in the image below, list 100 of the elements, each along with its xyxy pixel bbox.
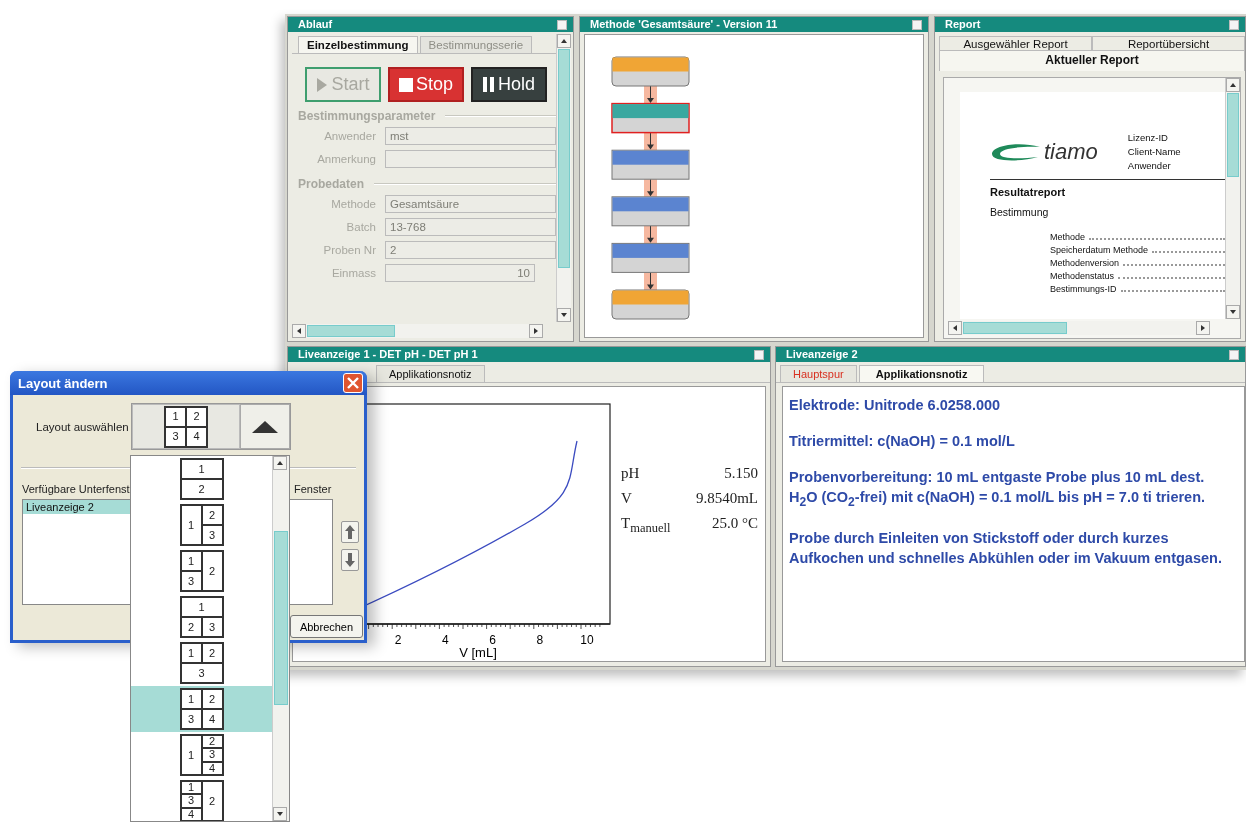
report-row-label: Speicherdatum Methode bbox=[1050, 245, 1149, 255]
tick-label: 4 bbox=[441, 633, 449, 647]
scrollbar-thumb[interactable] bbox=[307, 325, 396, 337]
step-node[interactable] bbox=[611, 149, 690, 180]
step-node[interactable] bbox=[611, 242, 690, 273]
panel-title: Liveanzeige 2 bbox=[786, 347, 858, 362]
layout-cell: 2 bbox=[180, 617, 202, 637]
scroll-down-button[interactable] bbox=[557, 308, 571, 322]
scroll-down-button[interactable] bbox=[1226, 305, 1240, 319]
scrollbar[interactable] bbox=[292, 324, 543, 338]
layout-cell: 1 bbox=[180, 689, 202, 709]
layout-cell: 4 bbox=[180, 807, 202, 821]
pause-icon bbox=[483, 77, 495, 92]
tab[interactable]: Hauptspur bbox=[780, 365, 857, 382]
report-row-label: Methode bbox=[1050, 232, 1086, 242]
stop-button[interactable]: Stop bbox=[388, 67, 464, 102]
close-icon bbox=[347, 377, 359, 389]
close-button[interactable] bbox=[343, 373, 363, 393]
layout-cell: 3 bbox=[180, 709, 202, 729]
scroll-left-button[interactable] bbox=[292, 324, 306, 338]
layout-cell: 2 bbox=[201, 781, 223, 821]
layout-cell: 2 bbox=[201, 689, 223, 709]
scroll-right-button[interactable] bbox=[1196, 321, 1210, 335]
arrow-up-icon bbox=[345, 525, 355, 539]
note-paragraph: Elektrode: Unitrode 6.0258.000 bbox=[789, 396, 1002, 415]
maximize-icon[interactable] bbox=[754, 349, 764, 360]
note-paragraph: Titriermittel: c(NaOH) = 0.1 mol/L bbox=[789, 432, 1016, 451]
field-label: Methode bbox=[330, 197, 376, 210]
scrollbar[interactable] bbox=[272, 456, 289, 821]
field-label: Proben Nr bbox=[322, 243, 376, 256]
move-down-button[interactable] bbox=[341, 549, 359, 571]
layout-cell: 3 bbox=[201, 525, 223, 545]
layout-cell: 4 bbox=[201, 761, 223, 775]
tab[interactable]: Reportübersicht bbox=[1092, 36, 1245, 50]
layout-cell: 3 bbox=[201, 617, 223, 637]
layout-cell: 1 bbox=[180, 597, 223, 617]
report-row-label: Methodenversion bbox=[1050, 258, 1120, 268]
layout-cell: 4 bbox=[186, 426, 207, 447]
layout-cell: 2 bbox=[201, 505, 223, 525]
panel-title: Liveanzeige 1 - DET pH - DET pH 1 bbox=[298, 347, 478, 362]
panel-title: Methode 'Gesamtsäure' - Version 11 bbox=[590, 17, 778, 32]
maximize-icon[interactable] bbox=[912, 19, 922, 30]
tab[interactable]: Ausgewähler Report bbox=[939, 36, 1092, 50]
layout-option[interactable]: 1 3 4 2 bbox=[131, 778, 272, 821]
scroll-left-button[interactable] bbox=[948, 321, 962, 335]
layout-option[interactable]: 1 2 3 4 bbox=[131, 732, 272, 778]
layout-cell: 2 bbox=[186, 406, 207, 427]
scroll-right-button[interactable] bbox=[529, 324, 543, 338]
list-label: Fenster bbox=[293, 483, 333, 497]
layout-cell: 4 bbox=[201, 709, 223, 729]
tab[interactable]: Applikationsnotiz bbox=[858, 365, 985, 382]
report-subheading: Bestimmung bbox=[990, 206, 1050, 218]
maximize-icon[interactable] bbox=[557, 19, 567, 30]
cancel-button[interactable]: Abbrechen bbox=[290, 615, 363, 638]
field-label: Batch bbox=[345, 220, 376, 233]
layout-cell: 2 bbox=[201, 551, 223, 591]
tab[interactable]: Applikationsnotiz bbox=[376, 365, 485, 382]
hold-button[interactable]: Hold bbox=[471, 67, 547, 102]
scrollbar[interactable] bbox=[948, 321, 1210, 335]
reading-label: V bbox=[621, 490, 633, 507]
tick-label: 10 bbox=[580, 633, 594, 647]
step-node[interactable] bbox=[611, 102, 690, 134]
layout-cell: 2 bbox=[201, 643, 223, 663]
dialog-title: Layout ändern bbox=[18, 375, 108, 391]
dropdown-button[interactable] bbox=[240, 404, 290, 449]
section-heading: Bestimmungsparameter bbox=[298, 109, 436, 123]
scrollbar-thumb[interactable] bbox=[558, 49, 570, 269]
terminal-node[interactable] bbox=[611, 289, 690, 320]
layout-dropdown[interactable]: 1 2 3 4 bbox=[131, 403, 291, 450]
scroll-down-button[interactable] bbox=[273, 807, 287, 821]
scroll-up-button[interactable] bbox=[273, 456, 287, 470]
layout-cell: 3 bbox=[180, 794, 202, 808]
scrollbar[interactable] bbox=[1225, 78, 1240, 319]
layout-cell: 2 bbox=[180, 479, 223, 499]
layout-option[interactable]: 1 2 bbox=[131, 456, 272, 502]
layout-cell: 1 bbox=[180, 505, 202, 545]
panel-title: Ablauf bbox=[298, 17, 333, 32]
note-paragraph: Probenvorbereitung: 10 mL entgaste Probe plus 10 mL dest. H$_{2}$O (CO$_{2}$-frei) mit c(NaOH) = 0.1 mol/L bis pH = 7.0 ti trieren. bbox=[789, 468, 1207, 511]
maximize-icon[interactable] bbox=[1229, 349, 1239, 360]
layout-option[interactable]: 1 2 3 bbox=[131, 640, 272, 686]
tab[interactable]: Einzelbestimmung bbox=[298, 36, 418, 53]
layout-option[interactable]: 1 2 3 4 bbox=[131, 686, 272, 732]
play-icon bbox=[316, 76, 329, 93]
maximize-icon[interactable] bbox=[1229, 19, 1239, 30]
tab[interactable]: Aktueller Report bbox=[939, 50, 1245, 71]
report-field-label: Client-Name bbox=[1127, 146, 1181, 157]
scrollbar-thumb[interactable] bbox=[274, 531, 288, 706]
scrollbar-thumb[interactable] bbox=[963, 322, 1068, 334]
scrollbar-thumb[interactable] bbox=[1227, 93, 1239, 178]
section-heading: Probedaten bbox=[298, 177, 364, 191]
scroll-up-button[interactable] bbox=[557, 34, 571, 48]
axis-label: V [mL] bbox=[459, 645, 497, 660]
scroll-up-button[interactable] bbox=[1226, 78, 1240, 92]
layout-cell: 3 bbox=[180, 663, 223, 683]
terminal-node[interactable] bbox=[611, 56, 690, 87]
scrollbar[interactable] bbox=[556, 34, 571, 322]
layout-cell: 1 bbox=[180, 643, 202, 663]
step-node[interactable] bbox=[611, 196, 690, 227]
move-up-button[interactable] bbox=[341, 521, 359, 543]
layout-cell: 3 bbox=[180, 571, 202, 591]
